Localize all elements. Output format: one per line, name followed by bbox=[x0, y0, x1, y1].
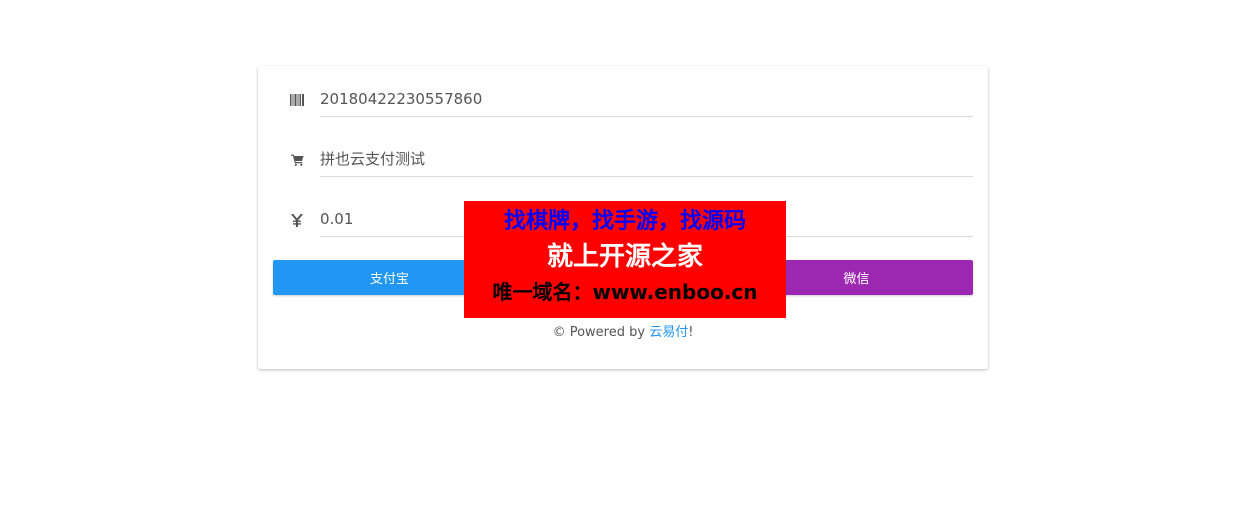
shopping-cart-icon bbox=[288, 142, 306, 178]
banner-line-1: 找棋牌，找手游，找源码 bbox=[503, 209, 746, 234]
order-number-input[interactable] bbox=[320, 82, 973, 117]
yen-icon bbox=[288, 202, 306, 238]
barcode-icon bbox=[288, 82, 306, 118]
footer-prefix: © Powered by bbox=[552, 325, 650, 340]
advertisement-banner: 找棋牌，找手游，找源码 就上开源之家 唯一域名：www.enboo.cn bbox=[464, 201, 786, 318]
footer-suffix: ! bbox=[688, 325, 694, 340]
footer-credits: © Powered by 云易付! bbox=[258, 321, 988, 340]
banner-line-3: 唯一域名：www.enboo.cn bbox=[492, 280, 758, 304]
order-number-field bbox=[288, 82, 973, 118]
product-name-field bbox=[288, 142, 973, 178]
footer-link[interactable]: 云易付 bbox=[649, 325, 688, 340]
product-name-input[interactable] bbox=[320, 142, 973, 177]
banner-line-2: 就上开源之家 bbox=[546, 242, 703, 272]
